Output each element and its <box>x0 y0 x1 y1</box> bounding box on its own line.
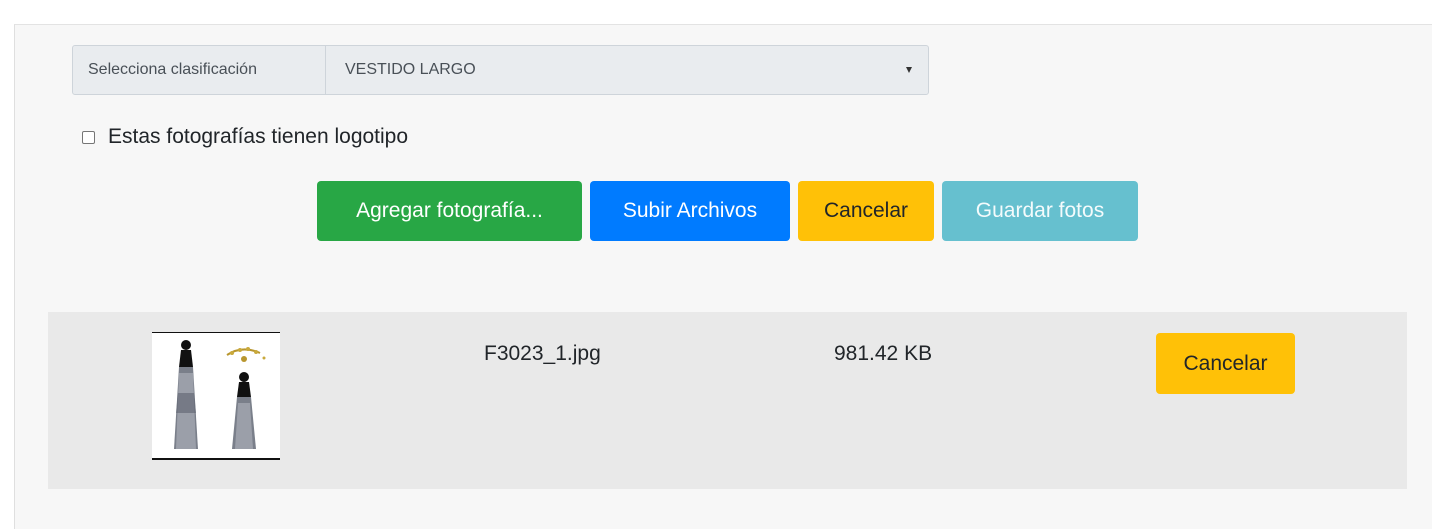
chevron-down-icon <box>906 67 912 73</box>
upload-panel: Selecciona clasificación VESTIDO LARGO E… <box>14 24 1432 529</box>
classification-select[interactable]: VESTIDO LARGO <box>326 46 928 94</box>
logo-checkbox-row: Estas fotografías tienen logotipo <box>82 125 408 149</box>
file-name: F3023_1.jpg <box>484 342 601 365</box>
classification-prefix-label: Selecciona clasificación <box>73 46 326 94</box>
cancel-all-button[interactable]: Cancelar <box>798 181 934 241</box>
logo-checkbox-label[interactable]: Estas fotografías tienen logotipo <box>108 125 408 149</box>
dress-photo-icon <box>174 340 266 449</box>
save-photos-button[interactable]: Guardar fotos <box>942 181 1138 241</box>
add-photo-button[interactable]: Agregar fotografía... <box>317 181 582 241</box>
classification-select-group: Selecciona clasificación VESTIDO LARGO <box>72 45 929 95</box>
file-size: 981.42 KB <box>834 342 933 365</box>
classification-selected-value: VESTIDO LARGO <box>345 61 476 78</box>
cancel-file-button[interactable]: Cancelar <box>1156 333 1295 394</box>
file-row: F3023_1.jpg 981.42 KB Cancelar <box>48 312 1407 489</box>
upload-files-button[interactable]: Subir Archivos <box>590 181 790 241</box>
dress-photo-thumbnail <box>152 332 280 460</box>
logo-checkbox[interactable] <box>82 130 95 144</box>
